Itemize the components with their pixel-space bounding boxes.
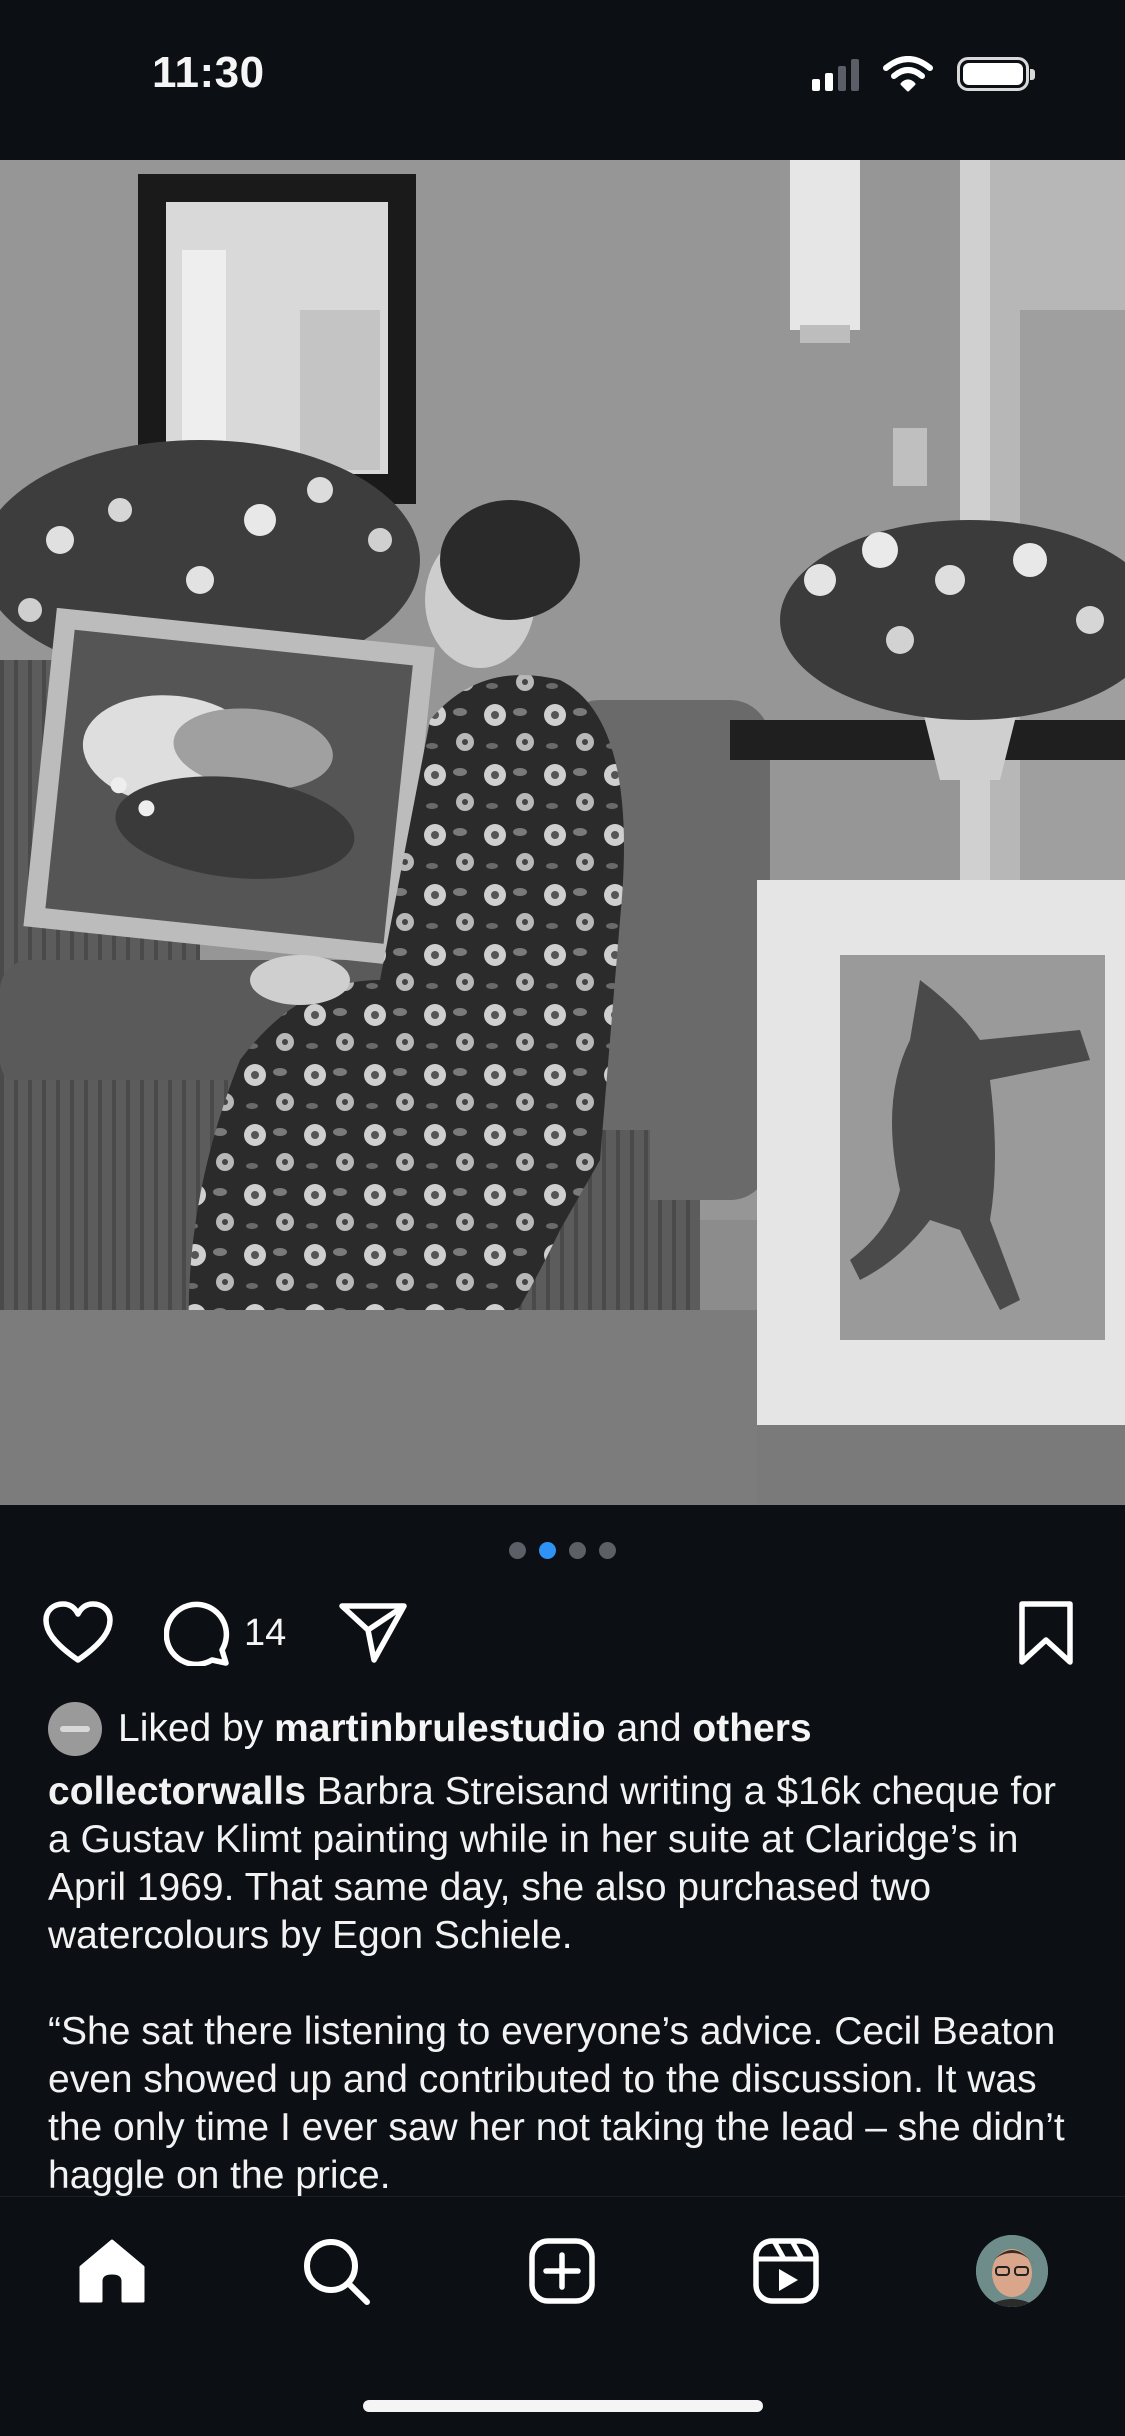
carousel-dot bbox=[599, 1542, 616, 1559]
tab-reels[interactable] bbox=[750, 2235, 822, 2307]
bookmark-icon bbox=[1019, 1601, 1073, 1665]
status-time: 11:30 bbox=[152, 48, 265, 97]
home-indicator[interactable] bbox=[363, 2400, 763, 2412]
liked-by-user[interactable]: martinbrulestudio bbox=[274, 1707, 606, 1751]
share-button[interactable] bbox=[338, 1600, 408, 1666]
status-icons bbox=[812, 56, 1035, 92]
like-button[interactable] bbox=[42, 1600, 114, 1666]
profile-avatar-icon bbox=[976, 2235, 1048, 2307]
home-icon bbox=[79, 2239, 145, 2303]
heart-icon bbox=[43, 1601, 113, 1663]
post-caption: collectorwalls Barbra Streisand writing … bbox=[48, 1768, 1078, 2198]
caption-username[interactable]: collectorwalls bbox=[48, 1770, 306, 1813]
comment-bubble-icon bbox=[164, 1601, 230, 1666]
save-button[interactable] bbox=[1016, 1600, 1076, 1666]
liked-by-row[interactable]: Liked by martinbrulestudio and others bbox=[48, 1702, 812, 1756]
tab-profile[interactable] bbox=[976, 2235, 1048, 2307]
liker-avatar[interactable] bbox=[48, 1702, 102, 1756]
post-photo-illustration bbox=[0, 160, 1125, 1505]
comment-count: 14 bbox=[244, 1611, 287, 1654]
post-photo[interactable] bbox=[0, 160, 1125, 1505]
tab-search[interactable] bbox=[300, 2235, 372, 2307]
instagram-post-screen: 11:30 14 Liked by martinbrulestudio and … bbox=[0, 0, 1125, 2436]
carousel-indicator bbox=[0, 1542, 1125, 1559]
carousel-dot bbox=[509, 1542, 526, 1559]
post-action-bar: 14 bbox=[0, 1600, 1125, 1670]
tab-create[interactable] bbox=[526, 2235, 598, 2307]
battery-icon bbox=[957, 57, 1035, 91]
status-bar: 11:30 bbox=[0, 0, 1125, 150]
carousel-dot-active bbox=[539, 1542, 556, 1559]
liked-by-prefix: Liked by bbox=[118, 1707, 264, 1750]
paper-plane-icon bbox=[339, 1603, 407, 1663]
wifi-icon bbox=[883, 56, 933, 92]
reels-icon bbox=[753, 2238, 819, 2304]
caption-paragraph: collectorwalls Barbra Streisand writing … bbox=[48, 1768, 1078, 1960]
cellular-signal-icon bbox=[812, 57, 859, 91]
tab-home[interactable] bbox=[76, 2235, 148, 2307]
comment-button[interactable]: 14 bbox=[164, 1600, 286, 1666]
caption-quote: “She sat there listening to everyone’s a… bbox=[48, 2010, 1065, 2197]
liked-by-conjunction: and bbox=[616, 1707, 682, 1750]
search-icon bbox=[304, 2239, 370, 2305]
carousel-dot bbox=[569, 1542, 586, 1559]
liked-by-others[interactable]: others bbox=[692, 1707, 811, 1751]
plus-square-icon bbox=[529, 2238, 595, 2304]
